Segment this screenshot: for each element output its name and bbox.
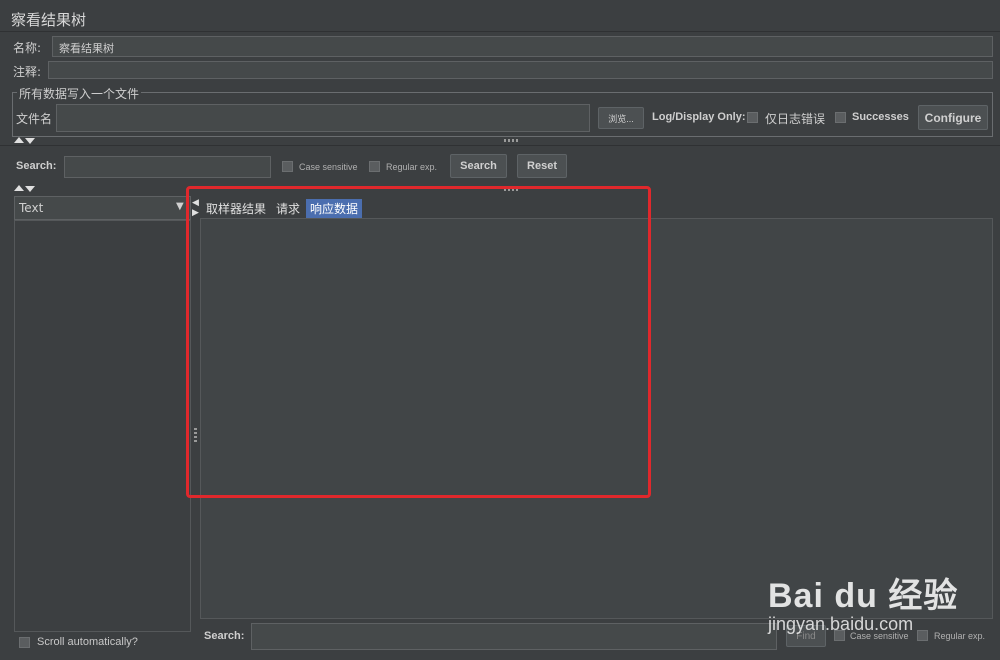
panel-title: 察看结果树	[11, 11, 87, 29]
collapse-down-icon[interactable]	[25, 138, 35, 144]
regex-checkbox[interactable]	[369, 161, 380, 172]
log-display-label: Log/Display Only:	[652, 111, 746, 123]
successes-checkbox[interactable]	[835, 112, 846, 123]
splitter-line	[0, 145, 1000, 146]
title-divider	[0, 31, 1000, 32]
bottom-search-input[interactable]	[251, 623, 777, 650]
scroll-auto-checkbox[interactable]	[19, 637, 30, 648]
bottom-search-label: Search:	[204, 630, 245, 642]
name-label: 名称:	[13, 41, 42, 55]
regex-label: Regular exp.	[386, 162, 438, 172]
browse-button[interactable]: 浏览...	[598, 107, 644, 129]
filename-field[interactable]	[56, 104, 590, 132]
splitter-grip-icon[interactable]	[504, 139, 520, 142]
baidu-watermark: Bai du 经验 jingyan.baidu.com	[768, 560, 993, 648]
configure-button[interactable]: Configure	[918, 105, 988, 130]
watermark-url: jingyan.baidu.com	[768, 614, 914, 634]
dropdown-arrow-icon: ▼	[176, 201, 184, 212]
case-sensitive-checkbox[interactable]	[282, 161, 293, 172]
renderer-select-value: Text	[19, 201, 44, 215]
case-sensitive-label: Case sensitive	[299, 162, 358, 172]
collapse-down-icon-2[interactable]	[25, 186, 35, 192]
search-button[interactable]: Search	[450, 154, 507, 178]
renderer-select[interactable]: Text ▼	[14, 196, 191, 220]
search-label: Search:	[16, 160, 57, 172]
name-field-value: 察看结果树	[59, 42, 114, 55]
comment-field[interactable]	[48, 61, 993, 79]
errors-only-label: 仅日志错误	[765, 112, 826, 126]
successes-label: Successes	[852, 111, 909, 123]
search-input[interactable]	[64, 156, 271, 178]
collapse-up-icon[interactable]	[14, 137, 24, 143]
name-field[interactable]: 察看结果树	[52, 36, 993, 57]
scroll-auto-label: Scroll automatically?	[37, 636, 138, 648]
reset-button[interactable]: Reset	[517, 154, 567, 178]
filename-label: 文件名	[16, 112, 53, 126]
comment-label: 注释:	[13, 65, 42, 79]
results-tree[interactable]	[14, 220, 191, 632]
file-group-legend: 所有数据写入一个文件	[17, 85, 142, 102]
errors-only-checkbox[interactable]	[747, 112, 758, 123]
highlight-annotation	[186, 186, 651, 498]
watermark-brand: Bai du 经验	[768, 577, 959, 615]
collapse-up-icon-2[interactable]	[14, 185, 24, 191]
